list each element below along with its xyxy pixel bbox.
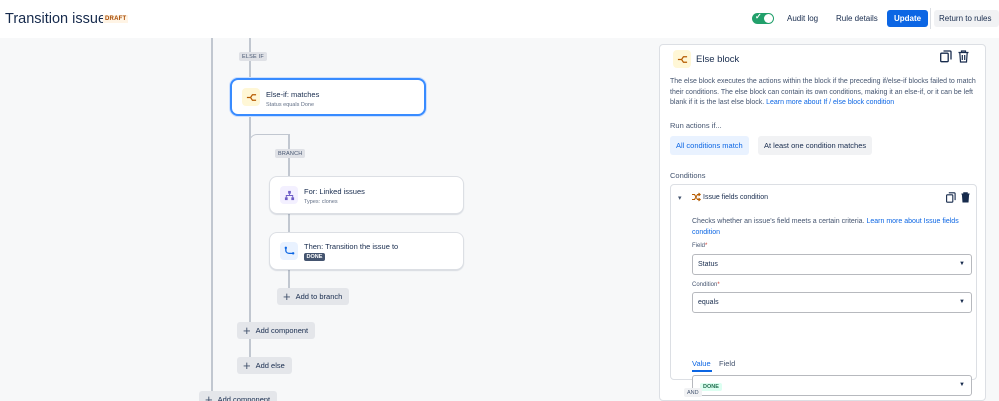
rule-enabled-toggle[interactable]: ✓ — [752, 12, 774, 24]
hierarchy-icon — [280, 186, 298, 204]
conditions-label: Conditions — [670, 171, 706, 180]
any-condition-option[interactable]: At least one condition matches — [758, 136, 873, 155]
condition-select[interactable]: equals ▼ — [692, 292, 972, 313]
outer-connector — [211, 38, 213, 401]
required-marker: * — [705, 243, 708, 249]
active-tab-indicator — [692, 370, 712, 372]
chevron-down-icon: ▼ — [959, 261, 965, 267]
then-node-title: Then: Transition the issue to — [304, 242, 399, 251]
audit-log-button[interactable]: Audit log — [782, 10, 823, 27]
else-block-card: Else block The else block executes the a… — [659, 44, 986, 401]
draft-badge: DRAFT — [103, 15, 129, 23]
transition-icon — [280, 242, 298, 260]
trash-icon[interactable] — [958, 50, 969, 65]
condition-label-text: Condition — [692, 282, 718, 288]
plus-icon: + — [243, 358, 251, 373]
shuffle-icon — [690, 191, 702, 203]
panel-description: The else block executes the actions with… — [670, 77, 980, 109]
else-if-tag: ELSE IF — [239, 52, 267, 61]
top-bar: Transition issue DRAFT ✓ Audit log Rule … — [0, 0, 999, 38]
field-label-text: Field — [692, 243, 706, 249]
add-component-button[interactable]: + Add component — [237, 322, 316, 339]
field-select[interactable]: Status ▼ — [692, 254, 972, 275]
for-linked-issues-node[interactable]: For: Linked issues Types: clones — [269, 176, 464, 214]
add-else-button[interactable]: + Add else — [237, 357, 292, 374]
field-select-value: Status — [698, 261, 718, 268]
panel-title: Else block — [696, 54, 740, 65]
field-label: Field* — [692, 243, 707, 249]
copy-icon[interactable] — [946, 192, 956, 205]
return-to-rules-button[interactable]: Return to rules — [934, 10, 999, 27]
else-if-node-title: Else-if: matches — [266, 90, 320, 99]
chevron-down-icon: ▼ — [959, 382, 965, 388]
all-conditions-option[interactable]: All conditions match — [670, 136, 749, 155]
branch-connector-vertical — [288, 134, 290, 300]
add-else-label: Add else — [255, 361, 285, 370]
run-actions-label: Run actions if... — [670, 121, 722, 130]
plus-icon: + — [283, 289, 291, 304]
page-title: Transition issue — [5, 11, 107, 27]
rule-details-button[interactable]: Rule details — [831, 10, 883, 27]
add-to-branch-label: Add to branch — [295, 292, 343, 301]
add-component-outer-label: Add component — [217, 395, 271, 401]
else-if-node[interactable]: Else-if: matches Status equals Done — [230, 78, 426, 116]
condition-label: Condition* — [692, 282, 720, 288]
for-node-title: For: Linked issues — [304, 187, 365, 196]
panel-scrollbar[interactable] — [991, 44, 998, 401]
value-status-lozenge: DONE — [700, 383, 722, 391]
learn-more-link[interactable]: Learn more about If / else block conditi… — [766, 99, 894, 106]
plus-icon: + — [243, 323, 251, 338]
branch-condition-icon — [242, 88, 260, 106]
update-button[interactable]: Update — [887, 10, 929, 27]
add-component-outer-button[interactable]: + Add component — [199, 391, 278, 401]
issue-fields-condition: ▾ Issue fields condition Checks whether … — [670, 184, 977, 396]
copy-icon[interactable] — [940, 50, 952, 65]
branch-connector — [249, 134, 289, 300]
rule-canvas[interactable]: ELSE IF Else-if: matches Status equals D… — [0, 38, 658, 401]
header-divider — [930, 8, 931, 29]
toggle-knob — [764, 14, 773, 23]
condition-title: Issue fields condition — [703, 194, 768, 201]
chevron-down-icon: ▼ — [959, 299, 965, 305]
tab-field[interactable]: Field — [719, 359, 735, 368]
check-icon: ✓ — [755, 12, 762, 21]
else-if-node-subtitle: Status equals Done — [266, 102, 315, 108]
branch-condition-icon — [673, 50, 691, 68]
plus-icon: + — [205, 392, 213, 401]
transition-issue-node[interactable]: Then: Transition the issue to DONE — [269, 232, 464, 270]
and-tag: AND — [684, 388, 702, 397]
for-node-subtitle: Types: clones — [304, 199, 338, 205]
condition-description: Checks whether an issue's field meets a … — [692, 216, 967, 238]
condition-description-text: Checks whether an issue's field meets a … — [692, 218, 867, 225]
add-to-branch-button[interactable]: + Add to branch — [277, 288, 350, 305]
value-select[interactable]: DONE ▼ — [692, 375, 972, 396]
then-node-status: DONE — [304, 253, 325, 261]
branch-tag: BRANCH — [275, 149, 306, 158]
chevron-down-icon[interactable]: ▾ — [678, 194, 682, 202]
required-marker: * — [717, 282, 720, 288]
condition-select-value: equals — [698, 299, 719, 306]
config-panel: Else block The else block executes the a… — [658, 38, 999, 401]
trash-icon[interactable] — [961, 192, 970, 205]
add-component-label: Add component — [255, 326, 309, 335]
tab-value[interactable]: Value — [692, 359, 711, 368]
